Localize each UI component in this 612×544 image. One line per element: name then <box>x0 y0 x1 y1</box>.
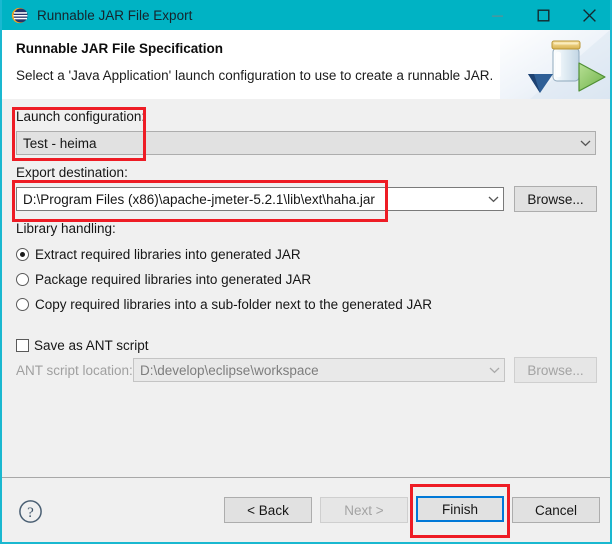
runnable-jar-export-dialog: Runnable JAR File Export Runnable JAR Fi… <box>0 0 612 544</box>
radio-indicator <box>16 298 29 311</box>
page-subtitle: Select a 'Java Application' launch confi… <box>16 68 494 83</box>
radio-indicator <box>16 273 29 286</box>
ant-script-location-label: ANT script location: <box>16 363 133 378</box>
wizard-header: Runnable JAR File Specification Select a… <box>2 30 610 100</box>
jar-export-icon <box>500 30 610 99</box>
help-icon[interactable]: ? <box>18 499 43 529</box>
radio-indicator <box>16 248 29 261</box>
back-button[interactable]: < Back <box>224 497 312 523</box>
radio-package-libraries[interactable]: Package required libraries into generate… <box>16 272 311 287</box>
finish-button[interactable]: Finish <box>416 496 504 522</box>
chevron-down-icon <box>484 366 504 374</box>
export-destination-browse-button[interactable]: Browse... <box>514 186 597 212</box>
chevron-down-icon[interactable] <box>483 195 503 203</box>
checkbox-label: Save as ANT script <box>34 338 149 353</box>
radio-extract-libraries[interactable]: Extract required libraries into generate… <box>16 247 301 262</box>
cancel-button[interactable]: Cancel <box>512 497 600 523</box>
checkbox-indicator <box>16 339 29 352</box>
title-bar: Runnable JAR File Export <box>2 0 610 30</box>
ant-script-location-value: D:\develop\eclipse\workspace <box>140 362 319 378</box>
close-icon[interactable] <box>566 0 610 30</box>
ant-script-location-combo: D:\develop\eclipse\workspace <box>133 358 505 382</box>
launch-configuration-combo[interactable]: Test - heima <box>16 131 596 155</box>
wizard-body: Launch configuration: Test - heima Expor… <box>2 99 610 477</box>
window-controls <box>474 0 610 30</box>
export-destination-value: D:\Program Files (x86)\apache-jmeter-5.2… <box>23 191 375 207</box>
ant-script-browse-button: Browse... <box>514 357 597 383</box>
export-destination-combo[interactable]: D:\Program Files (x86)\apache-jmeter-5.2… <box>16 187 504 211</box>
radio-label: Copy required libraries into a sub-folde… <box>35 297 432 312</box>
page-title: Runnable JAR File Specification <box>16 41 224 56</box>
export-destination-label: Export destination: <box>16 165 128 180</box>
launch-configuration-label: Launch configuration: <box>16 109 146 124</box>
eclipse-icon <box>11 7 28 24</box>
window-title: Runnable JAR File Export <box>37 7 193 23</box>
minimize-icon[interactable] <box>474 0 520 30</box>
radio-label: Extract required libraries into generate… <box>35 247 301 262</box>
next-button: Next > <box>320 497 408 523</box>
radio-label: Package required libraries into generate… <box>35 272 312 287</box>
save-as-ant-script-checkbox[interactable]: Save as ANT script <box>16 338 149 353</box>
radio-copy-libraries[interactable]: Copy required libraries into a sub-folde… <box>16 297 432 312</box>
maximize-icon[interactable] <box>520 0 566 30</box>
chevron-down-icon <box>575 139 595 147</box>
launch-configuration-value: Test - heima <box>23 135 97 151</box>
library-handling-label: Library handling: <box>16 221 116 236</box>
svg-text:?: ? <box>27 505 34 521</box>
